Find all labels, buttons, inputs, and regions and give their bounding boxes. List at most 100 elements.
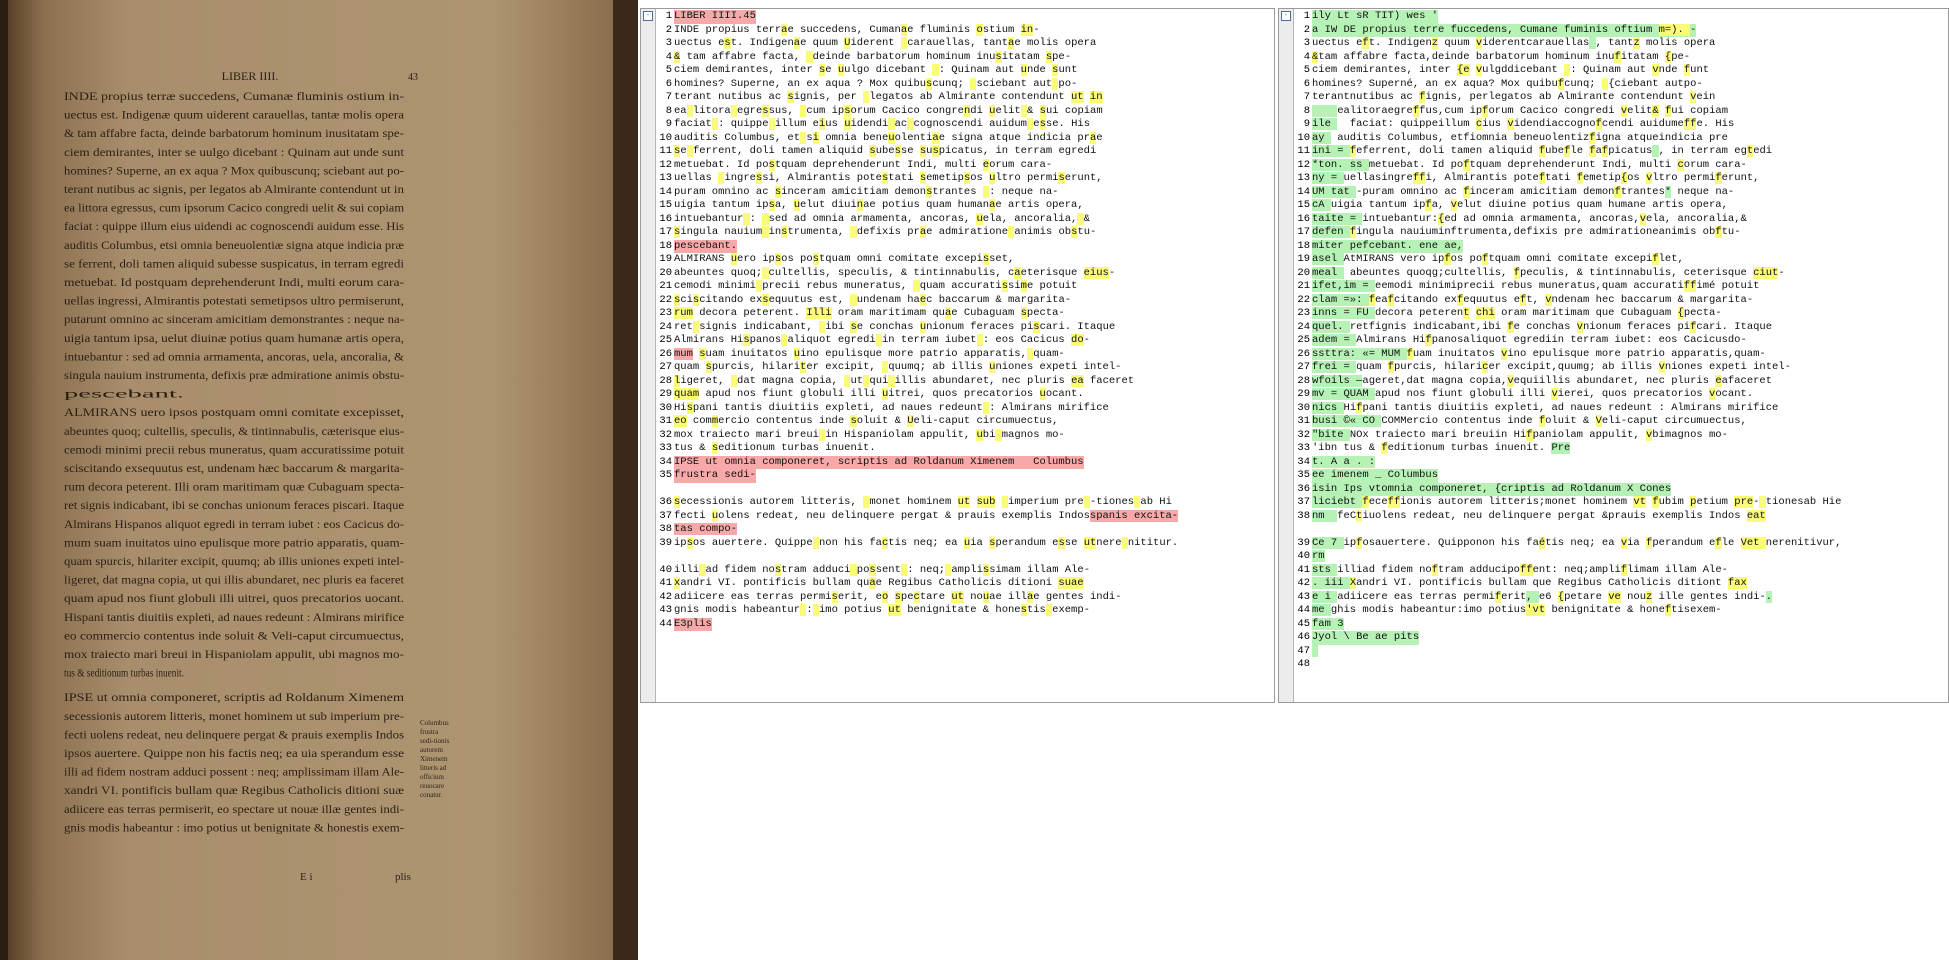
diff-line[interactable]: 46 Jyol \ Be ae pits [1294, 631, 1948, 645]
diff-line[interactable]: 1 LIBER IIII.45 [656, 10, 1274, 24]
diff-line[interactable]: 45 fam 3 [1294, 617, 1948, 632]
diff-line[interactable]: 28 ligeret, dat magna copia, ut qui illis… [656, 374, 1274, 389]
diff-line[interactable]: 19 asel AtMIRANS vero ipfos poftquam omni… [1294, 253, 1948, 267]
diff-line[interactable]: 40 rm [1294, 550, 1948, 564]
fold-toggle-icon[interactable]: - [643, 11, 653, 21]
diff-line[interactable]: 38 tas compo- [656, 523, 1274, 537]
diff-line[interactable]: 17 singula nauium instrumenta, defixis pr… [656, 226, 1274, 240]
diff-line[interactable] [1294, 523, 1948, 537]
diff-line[interactable]: 16 taite = intuebantur:{ed ad omnia armam… [1294, 212, 1948, 227]
diff-line[interactable]: 11 se ferrent, doli tamen aliquid subesse… [656, 145, 1274, 159]
diff-line[interactable]: 5 ciem demirantes, inter se uulgo diceban… [656, 64, 1274, 78]
diff-line[interactable]: 26 mum suam inuitatos uino epulisque more… [656, 347, 1274, 362]
diff-line[interactable]: 3 uectus eft. Indigenz quum viderentcarau… [1294, 37, 1948, 51]
diff-line[interactable]: 44 E3plis [656, 617, 1274, 631]
diff-line[interactable]: 41 xandri VI. pontificis bullam quae Regi… [656, 577, 1274, 591]
diff-line[interactable]: 19 ALMIRANS uero ipsos postquam omni comi… [656, 253, 1274, 267]
diff-line[interactable]: 8 ea litora egressus, cum ipsorum Cacico … [656, 104, 1274, 119]
diff-line[interactable]: 11 ini = feferrent, doli tamen aliquid fu… [1294, 145, 1948, 159]
diff-line[interactable]: 37 liciebt feceffionis autorem litteris;m… [1294, 496, 1948, 510]
diff-line[interactable]: 13 ny = uellasingreffi, Almirantis poteft… [1294, 172, 1948, 186]
diff-line[interactable]: 41 sts illiad fidem noftram adducipoffent… [1294, 563, 1948, 578]
diff-line[interactable]: 24 ret signis indicabant, ibi se conchas … [656, 320, 1274, 335]
diff-line[interactable]: 25 Almirans Hispanos aliquot egredi in te… [656, 334, 1274, 348]
diff-line[interactable]: 44 me ghis modis habeantur:imo potius'vt … [1294, 604, 1948, 618]
diff-line[interactable]: 17 defen fingula nauiuminftrumenta,defixi… [1294, 226, 1948, 240]
diff-line[interactable]: 43 gnis modis habeantur : imo potius ut b… [656, 604, 1274, 618]
diff-line[interactable] [656, 550, 1274, 564]
diff-line[interactable]: 7 terantnutibus ac fignis, perlegatos ab … [1294, 91, 1948, 105]
diff-line[interactable]: 23 rum decora peterent. Illi oram maritim… [656, 307, 1274, 321]
diff-line[interactable]: 34 t. A a . : [1294, 455, 1948, 470]
diff-line[interactable]: 6 homines? Superne, an ex aqua ? Mox quib… [656, 77, 1274, 92]
diff-line[interactable]: 42 adiicere eas terras permiserit, eo spe… [656, 590, 1274, 605]
diff-line[interactable]: 2a IW DE propius terre fuccedens, Cumane… [1294, 23, 1948, 37]
diff-line[interactable]: 43 e i adiicere eas terras permiferit, e6… [1294, 590, 1948, 605]
diff-line[interactable]: 31 eo commercio contentus inde soluit & U… [656, 415, 1274, 429]
diff-line[interactable]: 4 &tam affabre facta,deinde barbatorum ho… [1294, 50, 1948, 65]
diff-line[interactable]: 7 terant nutibus ac signis, per legatos a… [656, 91, 1274, 105]
diff-line[interactable]: 12 *ton. ss metuebat. Id poftquam deprehe… [1294, 158, 1948, 173]
diff-line[interactable]: 22 sciscitando exsequutus est, undenam ha… [656, 293, 1274, 308]
diff-line[interactable]: 32 "bite NOx traiecto mari breuiin Hifpan… [1294, 428, 1948, 443]
ocr-diff-pane-right[interactable]: - 1 ily Lt sR TIT) wes ' 2 a IW DE propius … [1278, 8, 1949, 703]
diff-line[interactable]: 25 adem = Almirans Hifpanosaliquot egredi… [1294, 334, 1948, 348]
diff-line[interactable]: 47 [1294, 644, 1948, 659]
diff-line[interactable]: 20 meal abeuntes quoqg;cultellis, fpeculi… [1294, 266, 1948, 281]
diff-line[interactable]: 36 secessionis autorem litteris, monet ho… [656, 496, 1274, 510]
diff-line[interactable] [656, 483, 1274, 497]
diff-line[interactable]: 27 frei = quam fpurcis, hilaricer excipit… [1294, 361, 1948, 375]
diff-line[interactable]: 15 cA uigia tantum ipfa, velut diuine pot… [1294, 199, 1948, 213]
diff-line[interactable]: 38 nm feCtiuolens redeat, neu delinquere … [1294, 509, 1948, 524]
diff-line[interactable]: 18 miter pefcebant. ene ae, [1294, 239, 1948, 253]
diff-line[interactable]: 8 ealitoraegreffus,cum ipforum Cacico co… [1294, 104, 1948, 119]
diff-line[interactable]: 22 clam =»: feafcitando exfequutus eft, v… [1294, 293, 1948, 308]
diff-line[interactable]: 24 quel. retfignis indicabant,ibi fe conc… [1294, 320, 1948, 335]
diff-line[interactable]: 33'ibn tus & feditionum turbas inuenit. … [1294, 442, 1948, 456]
diff-line[interactable]: 23 inns = FU decora peterent chi oram mar… [1294, 307, 1948, 321]
diff-line[interactable]: 33 tus & seditionum turbas inuenit. [656, 442, 1274, 456]
diff-line[interactable]: 15 uigia tantum ipsa, uelut diuinae potiu… [656, 199, 1274, 213]
diff-line[interactable]: 13 uellas ingressi, Almirantis potestati … [656, 172, 1274, 186]
diff-line[interactable]: 4 & tam affabre facta, deinde barbatorum … [656, 50, 1274, 65]
diff-line[interactable]: 12 metuebat. Id postquam deprehenderunt I… [656, 158, 1274, 173]
diff-line[interactable]: 5 ciem demirantes, inter {e vulgddicebant… [1294, 64, 1948, 78]
diff-line[interactable]: 30 nics Hifpani tantis diuitiis expleti, … [1294, 401, 1948, 416]
diff-line[interactable]: 39 ipsos auertere. Quippe non his factis … [656, 536, 1274, 551]
diff-line[interactable]: 31 busi ©« CO COMMercio contentus inde fo… [1294, 415, 1948, 429]
diff-line[interactable]: 16 intuebantur : sed ad omnia armamenta, … [656, 212, 1274, 227]
diff-line[interactable]: 1 ily Lt sR TIT) wes ' [1294, 10, 1948, 24]
diff-line[interactable]: 30 Hispani tantis diuitiis expleti, ad na… [656, 401, 1274, 416]
diff-line[interactable]: 37 fecti uolens redeat, neu delinquere pe… [656, 509, 1274, 524]
diff-line[interactable]: 10 ay auditis Columbus, etfiomnia beneuol… [1294, 131, 1948, 146]
diff-line[interactable]: 26 ssttra: «= MUM fuam inuitatos vino epu… [1294, 347, 1948, 362]
diff-line[interactable]: 42. iii Xandri VI. pontificis bullam que… [1294, 577, 1948, 591]
diff-line[interactable]: 35 ee imenem _ Columbus [1294, 469, 1948, 483]
line-text [1312, 644, 1319, 659]
diff-line[interactable]: 29 quam apud nos fiunt globuli illi uitre… [656, 388, 1274, 402]
diff-line[interactable]: 21 cemodi minimi precii rebus muneratus, … [656, 280, 1274, 294]
diff-line[interactable]: 14 UM tat -puram omnino ac finceram amici… [1294, 185, 1948, 200]
diff-line[interactable]: 18 pescebant. [656, 239, 1274, 253]
diff-line[interactable]: 21 ifet,im = eemodi minimiprecii rebus mu… [1294, 280, 1948, 294]
diff-line[interactable]: 20 abeuntes quoq; cultellis, speculis, & … [656, 266, 1274, 281]
diff-line[interactable]: 34 IPSE ut omnia componeret, scriptis ad … [656, 455, 1274, 469]
diff-line[interactable]: 9 faciat : quippe illum eius uidendi ac c… [656, 118, 1274, 132]
diff-line[interactable]: 6 homines? Superné, an ex aqua? Mox quibu… [1294, 77, 1948, 92]
diff-line[interactable]: 29 mv = QUAM apud nos fiunt globuli illi … [1294, 388, 1948, 402]
diff-line[interactable]: 2 INDE propius terrae succedens, Cumanae … [656, 23, 1274, 38]
diff-line[interactable]: 32 mox traiecto mari breui in Hispaniolam… [656, 428, 1274, 443]
diff-line[interactable]: 39 Ce 7 ipfosauertere. Quipponon his faét… [1294, 536, 1948, 551]
diff-line[interactable]: 36 isin Ips vtomnia componeret, {criptis … [1294, 482, 1948, 496]
diff-line[interactable]: 9 ile faciat: quippeillum cius videndiacc… [1294, 118, 1948, 132]
diff-line[interactable]: 28 wfoils —ageret,dat magna copia,vequiil… [1294, 374, 1948, 389]
fold-toggle-icon[interactable]: - [1281, 11, 1291, 21]
diff-line[interactable]: 10 auditis Columbus, et si omnia beneuole… [656, 131, 1274, 146]
diff-line[interactable]: 35 frustra sedi- [656, 469, 1274, 483]
diff-line[interactable]: 48 [1294, 658, 1948, 672]
diff-line[interactable]: 14 puram omnino ac sinceram amicitiam dem… [656, 185, 1274, 200]
diff-line[interactable]: 40 illi ad fidem nostram adduci possent :… [656, 563, 1274, 578]
diff-line[interactable]: 3 uectus est. Indigenae quum Uiderent car… [656, 37, 1274, 51]
ocr-diff-pane-left[interactable]: - 1 LIBER IIII.45 2 INDE propius terrae suc… [640, 8, 1275, 703]
diff-line[interactable]: 27 quam spurcis, hilariter excipit, quumq… [656, 361, 1274, 375]
